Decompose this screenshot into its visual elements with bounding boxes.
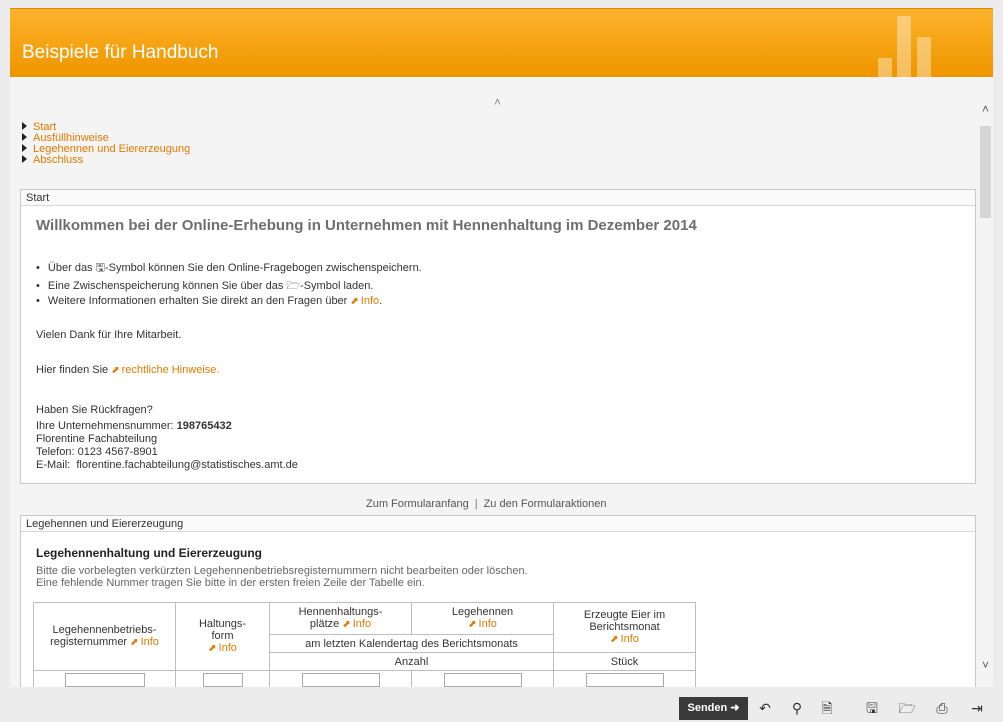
cell-plaetze [269,670,412,687]
triangle-right-icon [22,155,27,163]
external-link-icon: ⬈ [610,634,619,645]
scroll-down-icon[interactable]: ˅ [978,658,993,672]
legehennen-input[interactable] [443,673,522,687]
logo-bar-2 [897,16,911,77]
contact-name: Florentine Fachabteilung [36,433,158,445]
data-table: Legehennenbetriebs- registernummer ⬈ Info… [33,602,696,687]
info-link[interactable]: ⬈ Info [468,618,497,630]
search-icon[interactable]: ⚲ [785,697,809,720]
col-header-registernummer: Legehennenbetriebs- registernummer ⬈ Info [33,602,176,671]
external-link-icon: ⬈ [342,619,351,630]
unit-stueck: Stück [553,652,696,671]
section-navigation: Start Ausfüllhinweise Legehennen und Eie… [22,122,190,166]
info-link[interactable]: ⬈ Info [350,295,379,307]
info-link[interactable]: ⬈ Info [342,618,371,630]
section-note-2: Eine fehlende Nummer tragen Sie bitte in… [36,577,425,589]
col-subheader-stichtag: am letzten Kalendertag des Berichtsmonat… [269,634,554,653]
scrollbar-thumb[interactable] [980,126,991,218]
section-title: Legehennenhaltung und Eiererzeugung [36,546,263,560]
welcome-heading: Willkommen bei der Online-Erhebung in Un… [36,217,697,234]
open-folder-icon[interactable]: 🗁 [895,697,919,720]
content-area[interactable]: ˄ ˄ ˅ Start Ausfüllhinweise Legehennen u… [10,77,993,687]
undo-icon[interactable]: ↶ [753,697,777,720]
link-form-actions[interactable]: Zu den Formularaktionen [484,498,607,510]
external-link-icon: ⬈ [208,643,217,654]
cell-legehennen [411,670,554,687]
plaetze-input[interactable] [301,673,380,687]
separator: | [474,498,478,510]
thanks-text: Vielen Dank für Ihre Mitarbeit. [36,329,182,341]
scroll-up-icon[interactable]: ˄ [978,102,993,116]
legal-notice-link[interactable]: ⬈ rechtliche Hinweise. [111,364,219,376]
contact-email: florentine.fachabteilung@statistisches.a… [76,459,298,471]
info-link[interactable]: ⬈ Info [130,636,159,648]
company-number: 198765432 [176,420,232,432]
unit-anzahl: Anzahl [269,652,554,671]
start-panel: Start Willkommen bei der Online-Erhebung… [20,189,976,484]
panel-header: Legehennen und Eiererzeugung [21,516,975,532]
col-header-eier: Erzeugte Eier im Berichtsmonat ⬈ Info [553,602,696,653]
legal-line: Hier finden Sie ⬈ rechtliche Hinweise. [36,364,220,376]
folder-icon: 🗁 [286,280,301,292]
external-link-icon: ⬈ [468,619,477,630]
nav-item-abschluss[interactable]: Abschluss [22,155,190,166]
logo-bar-3 [917,37,931,77]
form-jump-links: Zum Formularanfang | Zu den Formularaktion… [366,498,606,510]
col-header-plaetze: Hennenhaltungs- plätze ⬈ Info [269,602,412,635]
bullet-load: Eine Zwischenspeicherung können Sie über… [36,277,374,296]
cell-registernummer [33,670,176,687]
bullet-info: Weitere Informationen erhalten Sie direk… [36,295,382,307]
section-panel: Legehennen und Eiererzeugung Legehennenh… [20,515,976,687]
questions-text: Haben Sie Rückfragen? [36,404,153,416]
print-icon[interactable]: ⎙ [930,697,954,720]
section-note-1: Bitte die vorbelegten verkürzten Legehen… [36,565,528,577]
eier-input[interactable] [585,673,664,687]
external-link-icon: ⬈ [111,365,120,376]
logo-bar-1 [878,58,892,77]
pdf-icon[interactable]: 🗎 [815,697,839,720]
haltungsform-input[interactable] [202,673,243,687]
save-icon[interactable]: 🖫 [860,697,884,720]
scroll-top-caret-icon[interactable]: ˄ [494,95,501,109]
company-number-line: Ihre Unternehmensnummer: 198765432 [36,420,232,432]
panel-header: Start [21,190,975,206]
col-header-haltungsform: Haltungs- form ⬈ Info [175,602,270,671]
app-header: Beispiele für Handbuch [10,8,993,77]
triangle-right-icon [22,122,27,130]
contact-phone: Telefon: 0123 4567-8901 [36,446,158,458]
contact-email-line: E-Mail: florentine.fachabteilung@statist… [36,459,298,471]
info-link[interactable]: ⬈ Info [610,633,639,645]
cell-eier [553,670,696,687]
save-icon: 🖫 [95,262,105,274]
page-title: Beispiele für Handbuch [22,42,219,63]
triangle-right-icon [22,133,27,141]
external-link-icon: ⬈ [130,637,139,648]
exit-icon[interactable]: ⇥ [965,697,989,720]
vertical-scrollbar[interactable]: ˄ ˅ [978,102,993,672]
col-header-legehennen: Legehennen ⬈ Info [411,602,554,635]
bullet-save: Über das 🖫-Symbol können Sie den Online-… [36,259,422,278]
external-link-icon: ⬈ [350,296,359,307]
triangle-right-icon [22,144,27,152]
link-form-start[interactable]: Zum Formularanfang [366,498,469,510]
info-link[interactable]: ⬈ Info [208,642,237,654]
registernummer-input[interactable] [64,673,145,687]
send-button[interactable]: Senden ➜ [679,697,748,720]
cell-haltungsform [175,670,270,687]
